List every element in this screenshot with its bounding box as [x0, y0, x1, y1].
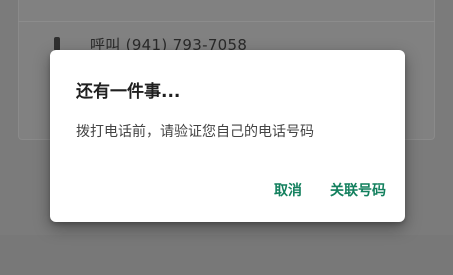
dialog-title: 还有一件事... [76, 82, 181, 102]
cancel-button[interactable]: 取消 [274, 180, 302, 200]
background-divider [18, 21, 435, 22]
dialog-actions: 取消 关联号码 [274, 180, 386, 200]
background-lower-area [0, 235, 453, 275]
dialog-message: 拨打电话前，请验证您自己的电话号码 [76, 124, 314, 140]
verify-number-dialog: 还有一件事... 拨打电话前，请验证您自己的电话号码 取消 关联号码 [50, 50, 405, 222]
link-number-button[interactable]: 关联号码 [330, 180, 386, 200]
phone-icon [52, 37, 62, 51]
